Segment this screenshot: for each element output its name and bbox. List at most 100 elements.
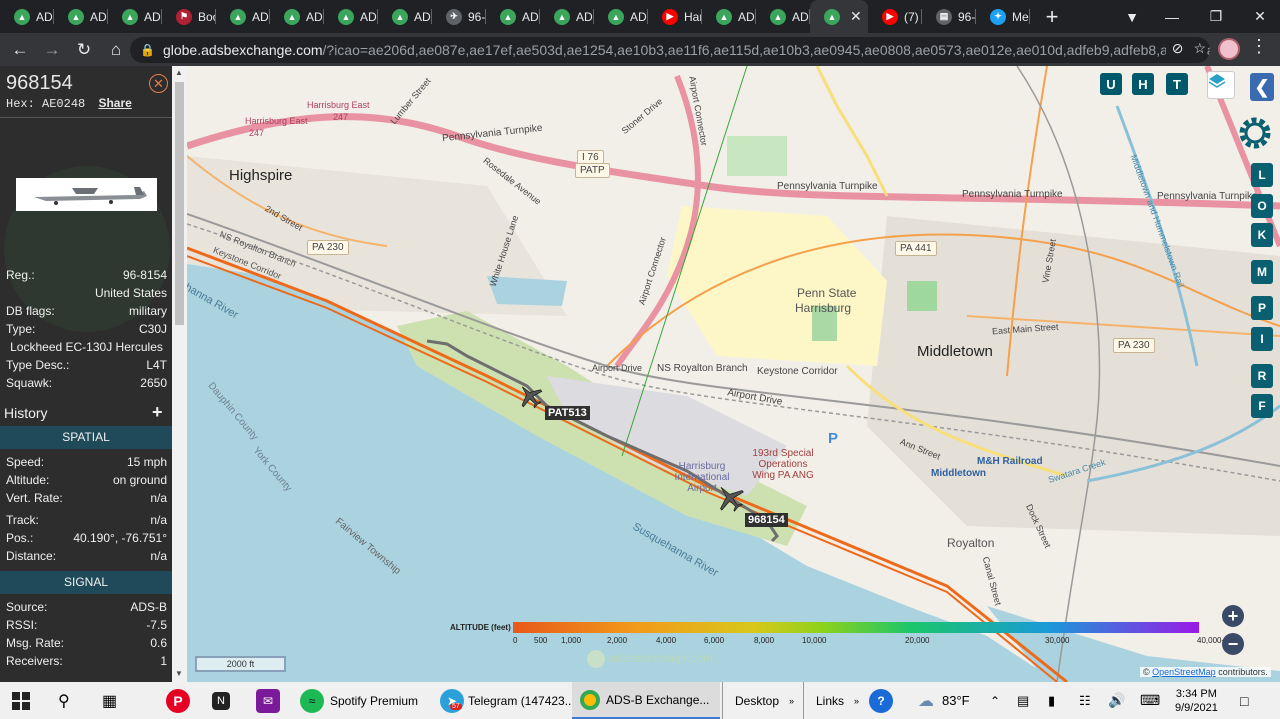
altitude-legend-tick: 2,000 — [607, 636, 628, 645]
back-icon[interactable]: ← — [4, 33, 36, 66]
adsb-icon: ▲ — [716, 8, 732, 25]
chevron-right-icon[interactable]: » — [789, 696, 794, 706]
spatial-label: Distance: — [6, 549, 57, 563]
browser-tab[interactable]: ▲ AD — [216, 0, 270, 33]
aircraft-silhouette-icon — [34, 187, 147, 205]
sidebar-scrollbar[interactable]: ▲ ▼ — [172, 66, 187, 682]
mail-icon[interactable]: ✉ — [256, 682, 280, 719]
expand-plus-icon[interactable]: + — [152, 402, 163, 423]
taskbar-telegram[interactable]: ➤ 57 Telegram (147423... — [440, 682, 575, 719]
browser-tab[interactable]: ▲ ✕ — [810, 0, 868, 33]
browser-tab[interactable]: ▶ (7) — [868, 0, 922, 33]
browser-tab[interactable]: ▲ AD — [0, 0, 54, 33]
tab-title: AD — [792, 9, 809, 24]
close-window-button[interactable]: ✕ — [1240, 0, 1280, 33]
spatial-value: n/a — [150, 549, 167, 563]
scroll-up-arrow-icon[interactable]: ▲ — [175, 68, 183, 77]
map-control-k[interactable]: K — [1251, 223, 1273, 247]
map-control-o[interactable]: O — [1251, 194, 1273, 218]
browser-tab[interactable]: ✈ 96- — [432, 0, 486, 33]
browser-tab[interactable]: ▲ AD — [108, 0, 162, 33]
taskbar-chrome[interactable]: ADS-B Exchange... — [572, 682, 720, 719]
settings-gear-icon[interactable] — [1234, 112, 1278, 156]
notion-icon[interactable]: N — [212, 682, 230, 719]
map-control-m[interactable]: M — [1251, 260, 1273, 284]
aircraft-label-968154[interactable]: 968154 — [745, 513, 788, 527]
zoom-out-button[interactable]: − — [1222, 633, 1244, 655]
page-content: 968154 ✕ Hex: AE0248 Share Reg.: 96-8154 U… — [0, 66, 1280, 682]
new-tab-button[interactable]: + — [1036, 0, 1068, 33]
map-control-r[interactable]: R — [1251, 364, 1273, 388]
browser-tab[interactable]: ▲ AD — [54, 0, 108, 33]
map-control-t[interactable]: T — [1166, 73, 1188, 95]
map-control-p[interactable]: P — [1251, 296, 1273, 320]
tab-title: Boo — [198, 9, 216, 24]
network-icon[interactable]: ☷ — [1079, 682, 1091, 719]
bookmark-star-icon[interactable]: ☆ — [1193, 40, 1206, 57]
minimize-button[interactable]: — — [1152, 0, 1192, 33]
map-control-l[interactable]: L — [1251, 163, 1273, 187]
map-label-turnpike-3: Pennsylvania Turnpike — [962, 189, 1063, 200]
blocked-icon[interactable]: ⊘ — [1172, 40, 1184, 57]
signal-section-header: SIGNAL — [0, 571, 172, 594]
browser-tab[interactable]: ▲ AD — [486, 0, 540, 33]
map-control-u[interactable]: U — [1100, 73, 1122, 95]
keyboard-icon[interactable]: ⌨ — [1140, 682, 1160, 719]
spatial-value: n/a — [150, 513, 167, 527]
history-toggle[interactable]: History + — [0, 402, 172, 425]
aircraft-label-pat513[interactable]: PAT513 — [545, 406, 590, 420]
search-icon[interactable]: ⚲ — [58, 682, 70, 719]
share-link[interactable]: Share — [98, 96, 131, 110]
windows-start-icon[interactable] — [12, 682, 30, 719]
browser-tab[interactable]: ▲ AD — [594, 0, 648, 33]
home-icon[interactable]: ⌂ — [100, 33, 132, 66]
address-bar[interactable]: 🔒 globe.adsbexchange.com/?icao=ae206d,ae… — [130, 37, 1210, 63]
notifications-icon[interactable]: □ — [1240, 682, 1248, 719]
close-panel-button[interactable]: ✕ — [149, 74, 168, 93]
task-view-icon[interactable]: ▦ — [102, 682, 117, 719]
browser-tab[interactable]: ▲ AD — [324, 0, 378, 33]
volume-icon[interactable]: 🔊 — [1108, 682, 1125, 719]
scrollbar-thumb[interactable] — [175, 82, 184, 325]
map-canvas[interactable] — [187, 66, 1280, 682]
map-control-f[interactable]: F — [1251, 394, 1273, 418]
browser-tab[interactable]: ✦ Me — [976, 0, 1030, 33]
clock[interactable]: 3:34 PM 9/9/2021 — [1175, 682, 1218, 719]
browser-tab[interactable]: ▲ AD — [270, 0, 324, 33]
layers-icon[interactable] — [1207, 71, 1235, 99]
pinterest-icon[interactable]: P — [166, 682, 190, 719]
tab-search-icon[interactable]: ▼ — [1112, 0, 1152, 33]
chevron-right-icon[interactable]: » — [854, 696, 859, 706]
tray-app-icon[interactable]: ▤ — [1017, 682, 1029, 719]
browser-tab[interactable]: ⚑ Boo — [162, 0, 216, 33]
profile-avatar[interactable] — [1218, 38, 1240, 60]
map-control-i[interactable]: I — [1251, 327, 1273, 351]
reload-icon[interactable]: ↻ — [68, 33, 100, 66]
aircraft-photo[interactable] — [16, 178, 157, 211]
restore-button[interactable]: ❐ — [1196, 0, 1236, 33]
browser-tab[interactable]: ▲ AD — [702, 0, 756, 33]
browser-tab[interactable]: ▲ AD — [756, 0, 810, 33]
collapse-sidebar-icon[interactable]: ❮ — [1250, 73, 1274, 101]
help-icon[interactable]: ? — [869, 682, 893, 719]
taskbar-spotify[interactable]: ≈ Spotify Premium — [300, 682, 418, 719]
scroll-down-arrow-icon[interactable]: ▼ — [175, 669, 183, 678]
zoom-in-button[interactable]: + — [1222, 605, 1244, 627]
map-control-h[interactable]: H — [1132, 73, 1154, 95]
battery-icon[interactable]: ▮ — [1048, 682, 1055, 719]
browser-tab[interactable]: ▤ 96- — [922, 0, 976, 33]
signal-label: Msg. Rate: — [6, 636, 65, 650]
taskbar-desktop-toolbar[interactable]: Desktop » — [722, 682, 794, 719]
info-value: C30J — [138, 322, 167, 336]
browser-tab[interactable]: ▶ Har — [648, 0, 702, 33]
weather-widget[interactable]: ☁ 83°F — [918, 682, 970, 719]
close-tab-icon[interactable]: ✕ — [850, 8, 862, 25]
taskbar-links-toolbar[interactable]: Links » — [803, 682, 859, 719]
browser-tab[interactable]: ▲ AD — [378, 0, 432, 33]
forward-icon[interactable]: → — [36, 33, 68, 66]
tray-chevron-up-icon[interactable]: ⌃ — [990, 682, 1000, 719]
osm-link[interactable]: OpenStreetMap — [1152, 667, 1216, 677]
menu-icon[interactable]: ⋮ — [1250, 36, 1268, 57]
map-view[interactable]: Highspire Middletown Penn State Harrisbu… — [187, 66, 1280, 682]
browser-tab[interactable]: ▲ AD — [540, 0, 594, 33]
